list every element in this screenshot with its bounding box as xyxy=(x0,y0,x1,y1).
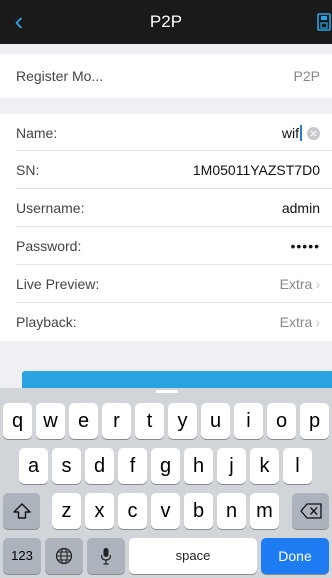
save-icon[interactable] xyxy=(317,12,332,32)
key-c[interactable]: c xyxy=(118,493,147,529)
shift-icon xyxy=(12,503,31,519)
playback-row[interactable]: Playback: Extra › xyxy=(0,303,332,341)
backspace-icon xyxy=(299,503,322,519)
register-mode-row[interactable]: Register Mo... P2P xyxy=(0,54,332,98)
key-d[interactable]: d xyxy=(85,448,114,484)
playback-label: Playback: xyxy=(16,314,77,330)
key-k[interactable]: k xyxy=(250,448,279,484)
key-w[interactable]: w xyxy=(36,403,65,439)
sn-label: SN: xyxy=(16,162,40,178)
password-field[interactable]: ••••• xyxy=(290,238,320,254)
key-x[interactable]: x xyxy=(85,493,114,529)
key-v[interactable]: v xyxy=(151,493,180,529)
key-g[interactable]: g xyxy=(151,448,180,484)
username-row[interactable]: Username: admin xyxy=(0,189,332,227)
key-i[interactable]: i xyxy=(234,403,263,439)
key-b[interactable]: b xyxy=(184,493,213,529)
name-label: Name: xyxy=(16,124,58,141)
clear-icon[interactable] xyxy=(307,126,320,140)
shift-key[interactable] xyxy=(3,493,40,529)
key-r[interactable]: r xyxy=(102,403,131,439)
section-gap xyxy=(0,44,332,54)
section-gap xyxy=(0,98,332,114)
globe-icon xyxy=(55,547,73,565)
live-preview-row[interactable]: Live Preview: Extra › xyxy=(0,265,332,303)
playback-value: Extra xyxy=(279,314,313,330)
sn-row[interactable]: SN: 1M05011YAZST7D0 xyxy=(0,151,332,189)
register-mode-label: Register Mo... xyxy=(16,68,104,84)
keyboard-handle xyxy=(156,390,178,393)
sn-field[interactable]: 1M05011YAZST7D0 xyxy=(193,162,320,178)
key-q[interactable]: q xyxy=(3,403,32,439)
key-l[interactable]: l xyxy=(283,448,312,484)
username-label: Username: xyxy=(16,200,85,216)
live-preview-select[interactable]: Extra › xyxy=(280,276,320,292)
key-j[interactable]: j xyxy=(217,448,246,484)
key-f[interactable]: f xyxy=(118,448,147,484)
register-mode-value: P2P xyxy=(293,68,320,84)
name-row[interactable]: Name: wif xyxy=(0,114,332,151)
key-o[interactable]: o xyxy=(267,403,296,439)
key-u[interactable]: u xyxy=(201,403,230,439)
key-a[interactable]: a xyxy=(19,448,48,484)
chevron-right-icon: › xyxy=(315,314,320,330)
name-field[interactable]: wif xyxy=(281,124,320,141)
key-s[interactable]: s xyxy=(52,448,81,484)
username-field[interactable]: admin xyxy=(282,200,320,216)
key-m[interactable]: m xyxy=(250,493,279,529)
space-key[interactable]: space xyxy=(129,538,257,574)
nav-bar: ‹ P2P xyxy=(0,0,332,44)
key-z[interactable]: z xyxy=(52,493,81,529)
live-preview-value: Extra xyxy=(279,276,313,292)
key-n[interactable]: n xyxy=(217,493,246,529)
on-screen-keyboard: q w e r t y u i o p a s d f g h j k l z … xyxy=(0,388,332,578)
microphone-icon xyxy=(100,548,112,565)
key-e[interactable]: e xyxy=(69,403,98,439)
chevron-right-icon: › xyxy=(315,276,320,292)
microphone-key[interactable] xyxy=(87,538,125,574)
live-preview-label: Live Preview: xyxy=(16,276,100,292)
key-y[interactable]: y xyxy=(168,403,197,439)
globe-key[interactable] xyxy=(45,538,83,574)
password-label: Password: xyxy=(16,238,82,254)
text-cursor xyxy=(300,124,302,141)
key-p[interactable]: p xyxy=(300,403,329,439)
done-key[interactable]: Done xyxy=(261,538,329,574)
section-gap xyxy=(0,341,332,371)
backspace-key[interactable] xyxy=(292,493,329,529)
page-title: P2P xyxy=(149,12,183,31)
key-t[interactable]: t xyxy=(135,403,164,439)
numbers-key[interactable]: 123 xyxy=(3,538,41,574)
password-row[interactable]: Password: ••••• xyxy=(0,227,332,265)
name-value: wif xyxy=(281,124,299,141)
key-h[interactable]: h xyxy=(184,448,213,484)
playback-select[interactable]: Extra › xyxy=(280,314,320,330)
